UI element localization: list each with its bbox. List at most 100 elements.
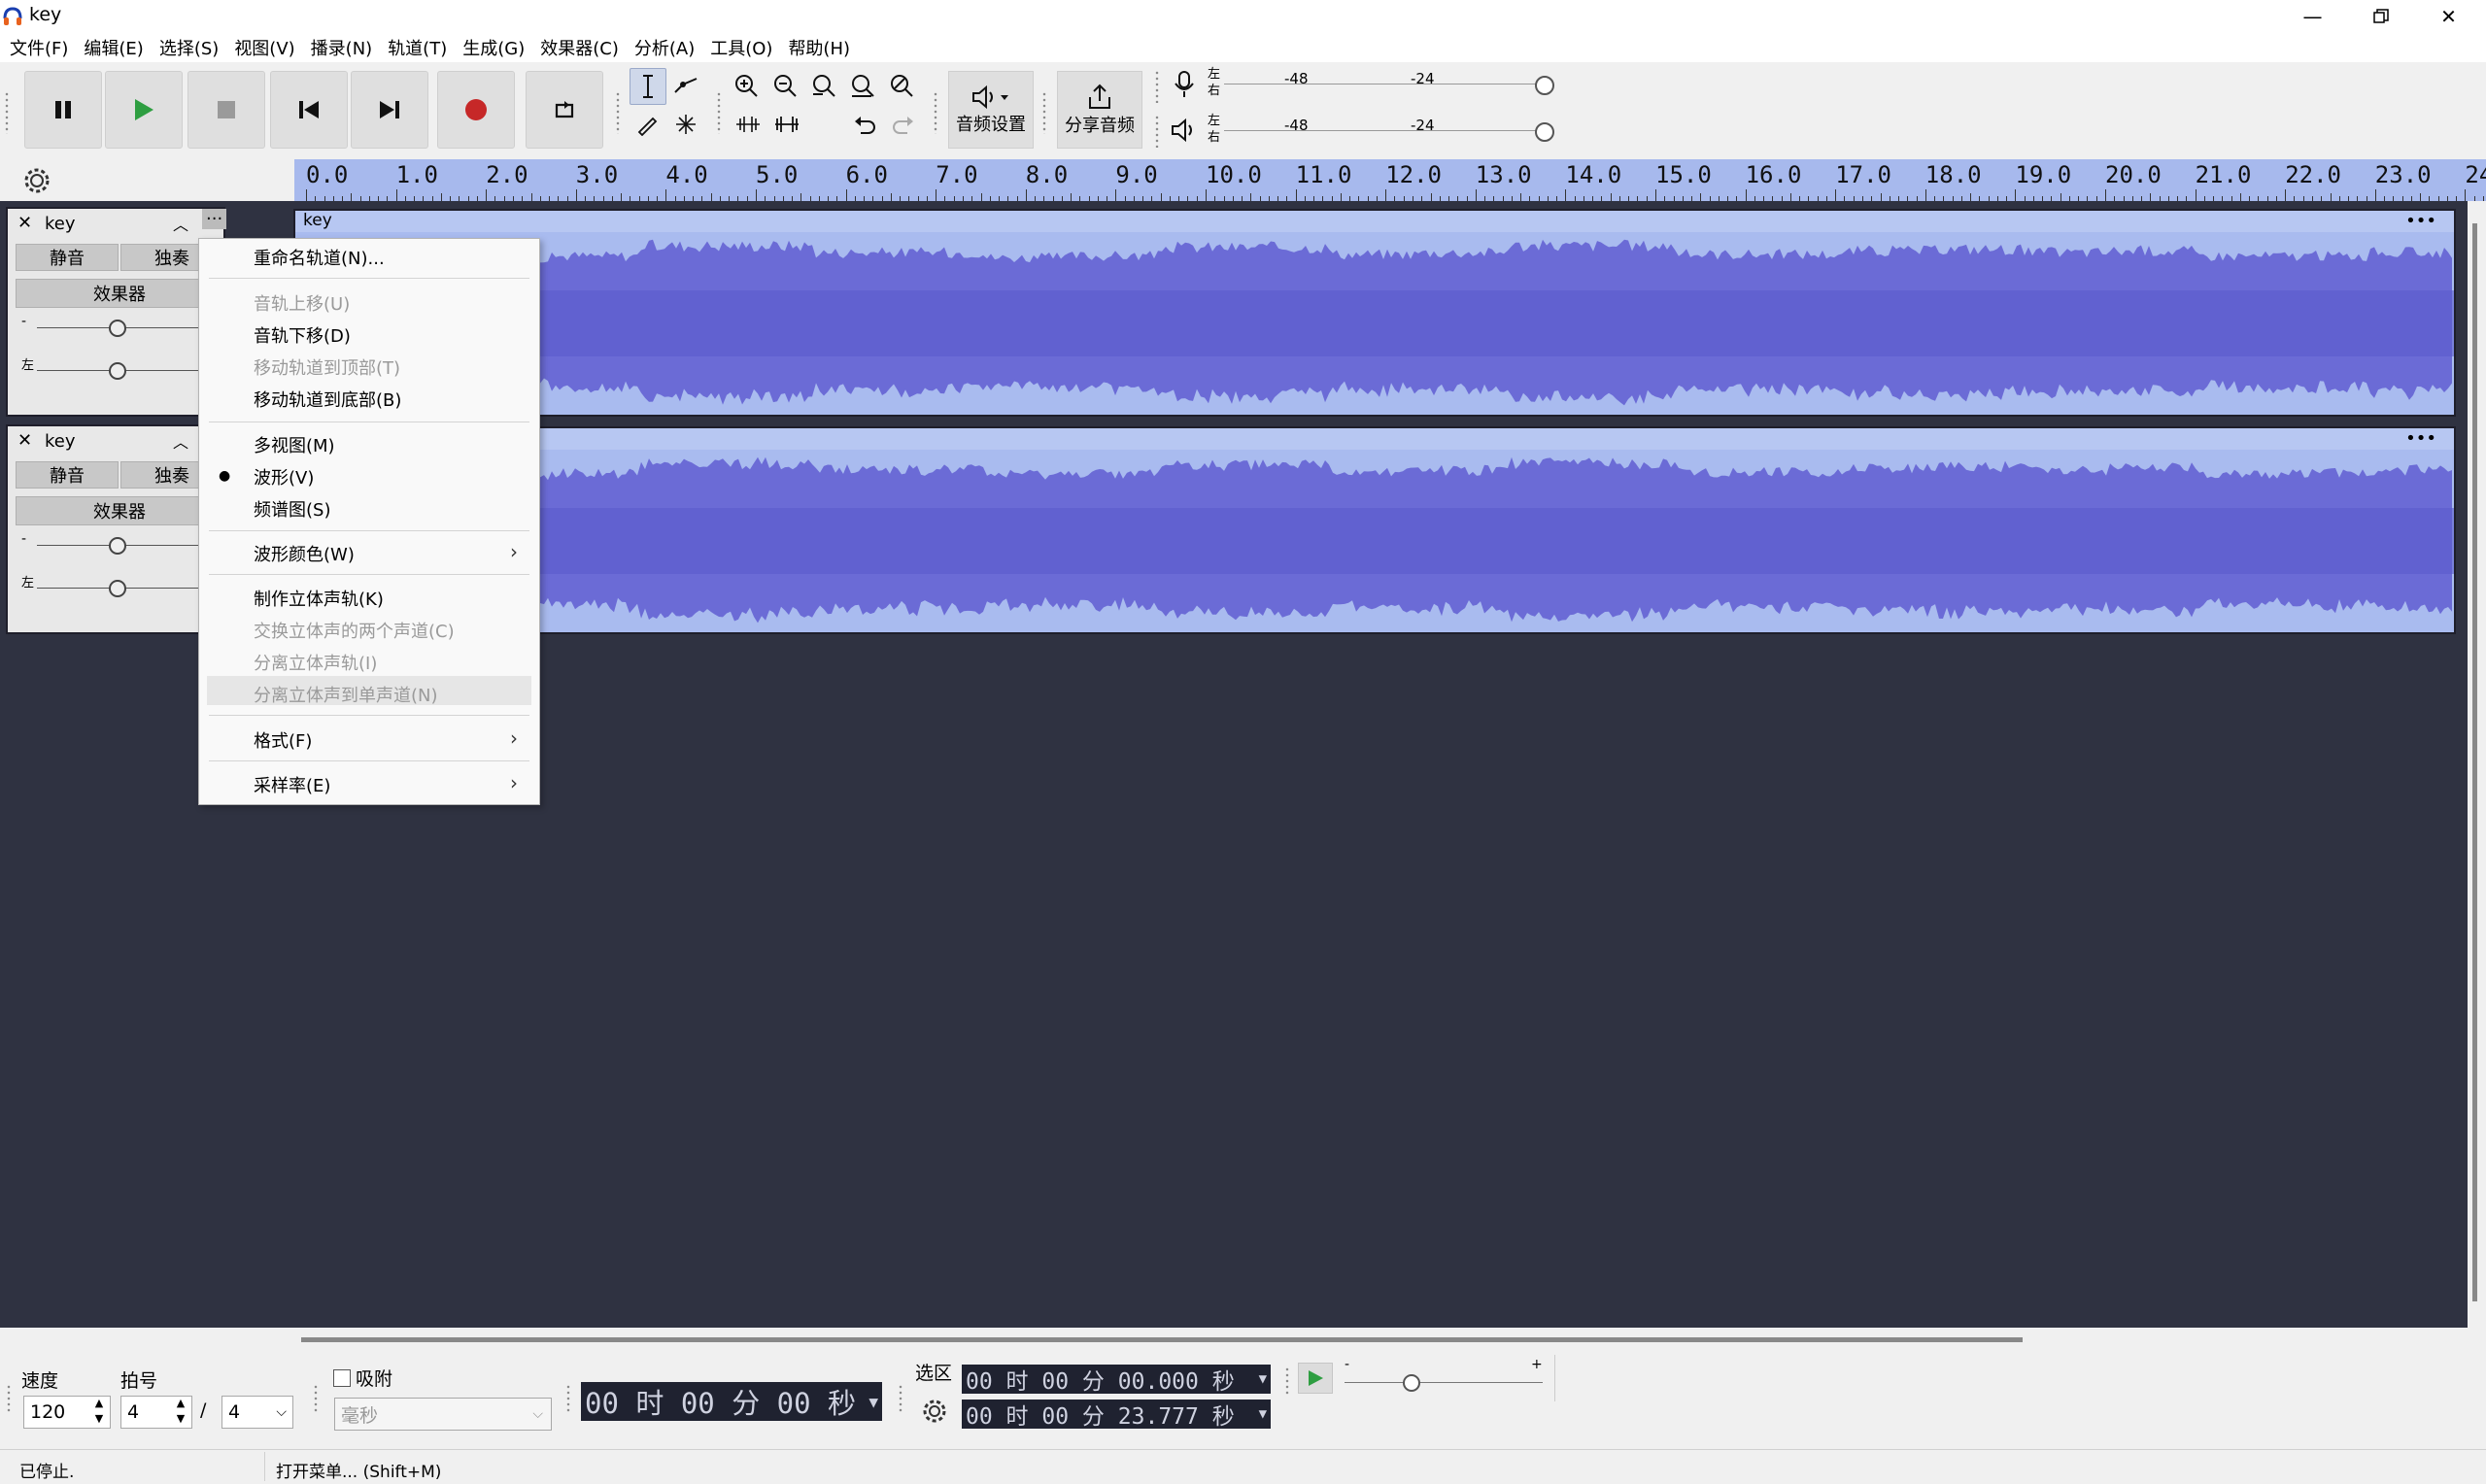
time-display[interactable]: 00 时 00 分 00 秒 ▼: [581, 1382, 882, 1421]
menu-transport[interactable]: 播录(N): [305, 35, 383, 60]
toolbar-grip[interactable]: [1284, 1366, 1290, 1396]
silence-button[interactable]: [769, 107, 804, 142]
menu-file[interactable]: 文件(F): [4, 35, 78, 60]
record-meter[interactable]: -48 -24: [1224, 68, 1554, 101]
menu-move-track-bottom[interactable]: 移动轨道到底部(B): [254, 387, 401, 412]
speed-slider-thumb[interactable]: [1403, 1374, 1420, 1392]
minimize-button[interactable]: —: [2279, 0, 2346, 33]
menu-select[interactable]: 选择(S): [153, 35, 228, 60]
collapse-track-icon[interactable]: ︿: [173, 429, 188, 453]
waveform[interactable]: [295, 450, 2454, 632]
track-menu-button[interactable]: ···: [202, 209, 227, 229]
fit-selection-button[interactable]: [806, 68, 841, 103]
clip-menu-icon[interactable]: •••: [2405, 211, 2436, 231]
clip-menu-icon[interactable]: •••: [2405, 428, 2436, 449]
pan-slider-thumb[interactable]: [109, 362, 126, 380]
vertical-scrollbar[interactable]: [2472, 223, 2477, 1301]
toolbar-grip[interactable]: [716, 91, 722, 134]
share-audio-button[interactable]: 分享音频: [1057, 71, 1142, 149]
timeline-settings-gear-icon[interactable]: [23, 167, 51, 194]
menu-tracks[interactable]: 轨道(T): [382, 35, 457, 60]
fit-project-button[interactable]: [845, 68, 880, 103]
envelope-tool-button[interactable]: [668, 68, 703, 103]
trim-button[interactable]: [731, 107, 766, 142]
start-time-dropdown-icon[interactable]: ▼: [1259, 1371, 1267, 1387]
track-name[interactable]: key: [45, 214, 76, 234]
menu-edit[interactable]: 编辑(E): [78, 35, 153, 60]
menu-rename-track[interactable]: 重命名轨道(N)...: [254, 245, 385, 270]
selection-end-time[interactable]: 00 时 00 分 23.777 秒 ▼: [962, 1400, 1271, 1430]
audio-setup-button[interactable]: 音频设置: [948, 71, 1034, 149]
toolbar-grip[interactable]: [1154, 115, 1160, 148]
close-track-icon[interactable]: ✕: [17, 430, 32, 451]
stop-button[interactable]: [187, 71, 265, 149]
play-button[interactable]: [105, 71, 183, 149]
toolbar-grip[interactable]: [6, 1384, 12, 1413]
clip-title[interactable]: key: [295, 211, 2454, 232]
track-name[interactable]: key: [45, 431, 76, 452]
selection-tool-button[interactable]: [630, 68, 666, 105]
play-at-speed-button[interactable]: [1298, 1363, 1333, 1394]
timeline-ruler[interactable]: 0.0 1.0 2.0 3.0 4.0 5.0 6.0 7.0 8.0 9.0 10.0 11.0 12…: [294, 159, 2486, 201]
menu-waveform[interactable]: 波形(V): [254, 464, 314, 489]
gain-slider-thumb[interactable]: [109, 320, 126, 337]
draw-tool-button[interactable]: [630, 107, 664, 142]
multi-tool-button[interactable]: [668, 107, 703, 142]
selection-start-time[interactable]: 00 时 00 分 00.000 秒 ▼: [962, 1365, 1271, 1395]
selection-settings-gear-icon[interactable]: [921, 1398, 948, 1425]
track-control-panel[interactable]: ✕ key ︿ ··· 静音 独奏 效果器 - 左: [6, 207, 227, 417]
toolbar-grip[interactable]: [898, 1384, 903, 1413]
redo-button[interactable]: [886, 107, 921, 142]
waveform[interactable]: [295, 232, 2454, 415]
close-window-button[interactable]: ✕: [2415, 0, 2482, 33]
skip-to-start-button[interactable]: [270, 71, 348, 149]
beats-spinner[interactable]: ▲ ▼: [171, 1396, 190, 1429]
clip-title[interactable]: [295, 428, 2454, 450]
toolbar-grip[interactable]: [565, 1384, 571, 1413]
effects-button[interactable]: 效果器: [16, 496, 223, 525]
menu-tools[interactable]: 工具(O): [704, 35, 782, 60]
speed-slider-track[interactable]: [1345, 1382, 1543, 1383]
pause-button[interactable]: [24, 71, 102, 149]
gain-slider-thumb[interactable]: [109, 537, 126, 555]
audio-clip[interactable]: •••: [293, 426, 2456, 634]
menu-effect[interactable]: 效果器(C): [534, 35, 629, 60]
time-format-dropdown-icon[interactable]: ▼: [868, 1393, 878, 1411]
end-time-dropdown-icon[interactable]: ▼: [1259, 1406, 1267, 1422]
time-signature-lower-select[interactable]: 4 ⌵: [221, 1396, 293, 1429]
undo-button[interactable]: [847, 107, 882, 142]
record-button[interactable]: [437, 71, 515, 149]
snap-unit-select[interactable]: 毫秒 ⌵: [334, 1398, 552, 1431]
skip-to-end-button[interactable]: [351, 71, 428, 149]
restore-button[interactable]: [2347, 0, 2414, 33]
tempo-spinner[interactable]: ▲ ▼: [89, 1396, 109, 1429]
menu-multi-view[interactable]: 多视图(M): [254, 432, 335, 457]
toolbar-grip[interactable]: [1041, 91, 1047, 134]
collapse-track-icon[interactable]: ︿: [173, 212, 188, 235]
audio-clip[interactable]: key •••: [293, 209, 2456, 417]
horizontal-scrollbar[interactable]: [301, 1337, 2023, 1342]
close-track-icon[interactable]: ✕: [17, 213, 32, 233]
menu-format[interactable]: 格式(F): [254, 727, 312, 753]
toolbar-grip[interactable]: [615, 91, 621, 134]
pan-slider-thumb[interactable]: [109, 580, 126, 597]
effects-button[interactable]: 效果器: [16, 279, 223, 308]
microphone-icon[interactable]: [1170, 70, 1199, 99]
zoom-in-button[interactable]: [729, 68, 764, 103]
record-meter-slider[interactable]: [1535, 76, 1554, 95]
snap-checkbox[interactable]: [333, 1369, 351, 1387]
mute-button[interactable]: 静音: [16, 461, 119, 489]
menu-view[interactable]: 视图(V): [228, 35, 304, 60]
menu-move-track-down[interactable]: 音轨下移(D): [254, 322, 351, 348]
menu-analyze[interactable]: 分析(A): [629, 35, 704, 60]
menu-help[interactable]: 帮助(H): [782, 35, 860, 60]
menu-wave-color[interactable]: 波形颜色(W): [254, 541, 355, 566]
speaker-icon[interactable]: [1170, 117, 1199, 144]
menu-make-stereo[interactable]: 制作立体声轨(K): [254, 586, 384, 611]
toolbar-grip[interactable]: [313, 1384, 319, 1413]
zoom-toggle-button[interactable]: [884, 68, 919, 103]
playback-meter-slider[interactable]: [1535, 122, 1554, 142]
playback-meter[interactable]: -48 -24: [1224, 115, 1554, 148]
menu-generate[interactable]: 生成(G): [457, 35, 534, 60]
track-control-panel[interactable]: ✕ key ︿ 静音 独奏 效果器 - 左: [6, 424, 225, 634]
